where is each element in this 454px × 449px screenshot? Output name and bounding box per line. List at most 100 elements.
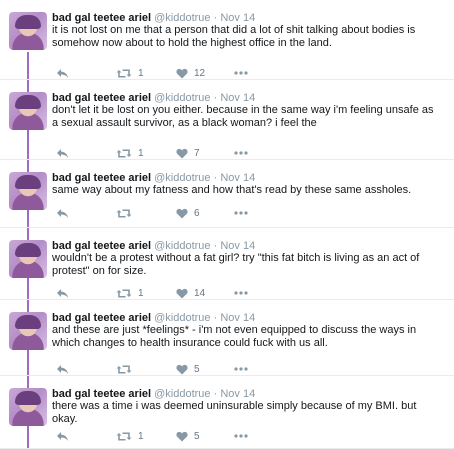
tweet-header: bad gal teetee ariel @kiddotrue · Nov 14	[52, 172, 255, 184]
like-count: 5	[194, 363, 200, 375]
tweet[interactable]: bad gal teetee ariel @kiddotrue · Nov 14…	[0, 80, 454, 160]
retweet-button[interactable]	[116, 206, 138, 220]
more-icon	[234, 367, 248, 371]
reply-icon	[56, 148, 69, 159]
like-count: 12	[194, 67, 206, 79]
avatar[interactable]	[9, 92, 47, 130]
tweet[interactable]: bad gal teetee ariel @kiddotrue · Nov 14…	[0, 160, 454, 228]
handle[interactable]: @kiddotrue	[154, 12, 210, 24]
tweet-text: don't let it be lost on you either. beca…	[52, 104, 434, 129]
timestamp[interactable]: Nov 14	[220, 312, 255, 324]
reply-icon	[56, 364, 69, 375]
retweet-icon	[116, 208, 132, 219]
display-name[interactable]: bad gal teetee ariel	[52, 172, 151, 184]
more-button[interactable]	[234, 206, 248, 220]
timestamp[interactable]: Nov 14	[220, 172, 255, 184]
tweet-text: there was a time i was deemed uninsurabl…	[52, 400, 417, 425]
more-button[interactable]	[234, 66, 248, 80]
tweet-text: and these are just *feelings* - i'm not …	[52, 324, 417, 349]
tweet-text: wouldn't be a protest without a fat girl…	[52, 252, 420, 277]
more-button[interactable]	[234, 286, 248, 300]
display-name[interactable]: bad gal teetee ariel	[52, 12, 151, 24]
tweet-header: bad gal teetee ariel @kiddotrue · Nov 14	[52, 312, 255, 324]
reply-icon	[56, 68, 69, 79]
retweet-button[interactable]	[116, 362, 138, 376]
tweet[interactable]: bad gal teetee ariel @kiddotrue · Nov 14…	[0, 0, 454, 80]
heart-icon	[176, 364, 188, 375]
tweet-header: bad gal teetee ariel @kiddotrue · Nov 14	[52, 240, 255, 252]
tweet[interactable]: bad gal teetee ariel @kiddotrue · Nov 14…	[0, 300, 454, 376]
avatar[interactable]	[9, 240, 47, 278]
more-button[interactable]	[234, 429, 248, 443]
tweet-header: bad gal teetee ariel @kiddotrue · Nov 14	[52, 92, 255, 104]
display-name[interactable]: bad gal teetee ariel	[52, 388, 151, 400]
handle[interactable]: @kiddotrue	[154, 388, 210, 400]
avatar[interactable]	[9, 388, 47, 426]
avatar[interactable]	[9, 12, 47, 50]
reply-icon	[56, 288, 69, 299]
separator: ·	[213, 92, 218, 104]
tweet-text: it is not lost on me that a person that …	[52, 24, 416, 49]
like-count: 7	[194, 147, 200, 159]
separator: ·	[213, 388, 218, 400]
reply-button[interactable]	[56, 206, 69, 220]
heart-icon	[176, 288, 188, 299]
avatar[interactable]	[9, 312, 47, 350]
retweet-button[interactable]: 1	[116, 146, 144, 160]
more-button[interactable]	[234, 362, 248, 376]
tweet-header: bad gal teetee ariel @kiddotrue · Nov 14	[52, 388, 255, 400]
like-button[interactable]: 14	[176, 286, 205, 300]
heart-icon	[176, 148, 188, 159]
more-icon	[234, 211, 248, 215]
avatar[interactable]	[9, 172, 47, 210]
more-icon	[234, 434, 248, 438]
like-button[interactable]: 5	[176, 362, 200, 376]
timestamp[interactable]: Nov 14	[220, 388, 255, 400]
separator: ·	[213, 312, 218, 324]
like-button[interactable]: 7	[176, 146, 200, 160]
retweet-button[interactable]: 1	[116, 66, 144, 80]
display-name[interactable]: bad gal teetee ariel	[52, 312, 151, 324]
retweet-icon	[116, 68, 132, 79]
like-button[interactable]: 12	[176, 66, 205, 80]
handle[interactable]: @kiddotrue	[154, 312, 210, 324]
handle[interactable]: @kiddotrue	[154, 172, 210, 184]
display-name[interactable]: bad gal teetee ariel	[52, 92, 151, 104]
retweet-icon	[116, 288, 132, 299]
retweet-count: 1	[138, 147, 144, 159]
retweet-icon	[116, 431, 132, 442]
tweet-header: bad gal teetee ariel @kiddotrue · Nov 14	[52, 12, 255, 24]
separator: ·	[213, 240, 218, 252]
separator: ·	[213, 12, 218, 24]
more-icon	[234, 71, 248, 75]
retweet-count: 1	[138, 287, 144, 299]
retweet-icon	[116, 148, 132, 159]
heart-icon	[176, 431, 188, 442]
more-icon	[234, 151, 248, 155]
tweet[interactable]: bad gal teetee ariel @kiddotrue · Nov 14…	[0, 228, 454, 300]
like-button[interactable]: 6	[176, 206, 200, 220]
more-icon	[234, 291, 248, 295]
like-count: 6	[194, 207, 200, 219]
reply-button[interactable]	[56, 66, 69, 80]
timestamp[interactable]: Nov 14	[220, 92, 255, 104]
timestamp[interactable]: Nov 14	[220, 12, 255, 24]
reply-button[interactable]	[56, 286, 69, 300]
handle[interactable]: @kiddotrue	[154, 240, 210, 252]
timestamp[interactable]: Nov 14	[220, 240, 255, 252]
retweet-icon	[116, 364, 132, 375]
tweet[interactable]: bad gal teetee ariel @kiddotrue · Nov 14…	[0, 376, 454, 449]
retweet-button[interactable]: 1	[116, 429, 144, 443]
reply-button[interactable]	[56, 429, 69, 443]
like-count: 5	[194, 430, 200, 442]
handle[interactable]: @kiddotrue	[154, 92, 210, 104]
more-button[interactable]	[234, 146, 248, 160]
display-name[interactable]: bad gal teetee ariel	[52, 240, 151, 252]
heart-icon	[176, 208, 188, 219]
like-button[interactable]: 5	[176, 429, 200, 443]
reply-icon	[56, 208, 69, 219]
retweet-button[interactable]: 1	[116, 286, 144, 300]
reply-button[interactable]	[56, 362, 69, 376]
reply-button[interactable]	[56, 146, 69, 160]
retweet-count: 1	[138, 430, 144, 442]
